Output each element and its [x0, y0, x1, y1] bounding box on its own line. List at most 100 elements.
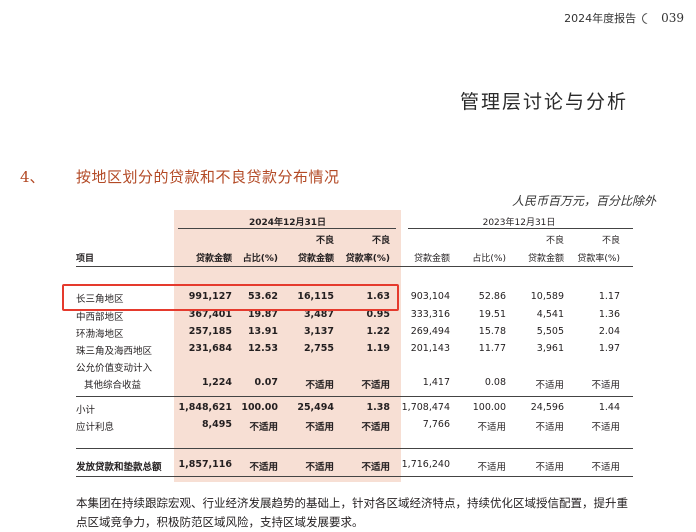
cell: 不适用	[305, 462, 334, 473]
cell: 5,505	[536, 326, 564, 337]
cell: 11.77	[478, 343, 506, 354]
cell: 1.36	[598, 309, 620, 320]
nplr-header-top-2024: 不良	[371, 236, 390, 246]
cell: 52.86	[478, 291, 506, 302]
cell: 231,684	[188, 343, 232, 354]
cell: 不适用	[305, 380, 334, 391]
row-label: 公允价值变动计入	[76, 363, 153, 374]
cell: 257,185	[188, 326, 232, 337]
unit-note: 人民币百万元，百分比除外	[511, 194, 656, 208]
report-label: 2024年度报告	[564, 12, 637, 25]
nplr-header-top-2023: 不良	[601, 236, 620, 246]
cell: 不适用	[361, 422, 390, 433]
table-row: 小计 1,848,621 100.00 25,494 1.38 1,708,47…	[0, 399, 696, 416]
row-label: 发放贷款和垫款总额	[76, 462, 162, 473]
cell: 19.51	[478, 309, 506, 320]
loans-header-2023: 贷款金额	[413, 254, 450, 264]
heading-number: 4、	[20, 168, 45, 186]
cell: 不适用	[591, 462, 620, 473]
cell: 1,224	[201, 377, 232, 388]
cell: 不适用	[361, 380, 390, 391]
cell: 1,716,240	[401, 459, 450, 470]
page-number: 039	[661, 11, 684, 25]
cell: 3,137	[303, 326, 334, 337]
cell: 333,316	[410, 309, 450, 320]
item-header: 项目	[76, 254, 95, 264]
pct-header-2023: 占比(%)	[472, 254, 506, 264]
cell: 1.22	[366, 326, 390, 337]
row-label: 中西部地区	[76, 312, 124, 323]
heading-text: 按地区划分的贷款和不良贷款分布情况	[76, 168, 340, 186]
cell: 10,589	[530, 291, 564, 302]
cell: 1.44	[598, 402, 620, 413]
cell: 不适用	[361, 462, 390, 473]
cell: 不适用	[305, 422, 334, 433]
table-row: 环渤海地区 257,185 13.91 3,137 1.22 269,494 1…	[0, 323, 696, 340]
table-row: 应计利息 8,495 不适用 不适用 不适用 7,766 不适用 不适用 不适用	[0, 416, 696, 433]
cell: 不适用	[249, 422, 278, 433]
cell: 1,848,621	[178, 402, 233, 413]
cell: 1,857,116	[178, 459, 233, 470]
cell: 不适用	[591, 422, 620, 433]
cell: 1.19	[366, 343, 390, 354]
cell: 不适用	[535, 380, 564, 391]
cell: 13.91	[247, 326, 278, 337]
cell: 15.78	[478, 326, 506, 337]
row-label: 珠三角及海西地区	[76, 346, 153, 357]
cell: 7,766	[422, 419, 450, 430]
year-2024-header: 2024年12月31日	[248, 218, 327, 228]
npl-header-top-2023: 不良	[545, 236, 564, 246]
cell: 12.53	[247, 343, 278, 354]
cell: 1.17	[598, 291, 620, 302]
loans-header-2024: 贷款金额	[195, 254, 232, 264]
rule-2023	[408, 228, 633, 229]
table-row: 发放贷款和垫款总额 1,857,116 不适用 不适用 不适用 1,716,24…	[0, 456, 696, 473]
cell: 不适用	[591, 380, 620, 391]
npl-header-top-2024: 不良	[315, 236, 334, 246]
row-label: 小计	[76, 405, 96, 416]
cell: 24,596	[530, 402, 564, 413]
cell: 1,708,474	[401, 402, 450, 413]
cell: 903,104	[410, 291, 450, 302]
cell: 4,541	[536, 309, 564, 320]
total-rule	[76, 448, 633, 449]
cell: 不适用	[477, 422, 506, 433]
row-label: 其他综合收益	[84, 380, 142, 391]
cell: 100.00	[241, 402, 278, 413]
table-row: 其他综合收益 1,224 0.07 不适用 不适用 1,417 0.08 不适用…	[0, 374, 696, 391]
header-rule	[76, 266, 633, 267]
cell: 不适用	[249, 462, 278, 473]
cell: 0.07	[254, 377, 278, 388]
cell: 8,495	[201, 419, 232, 430]
cell: 269,494	[410, 326, 450, 337]
nplr-header-2023: 贷款率(%)	[577, 254, 620, 264]
bottom-rule	[76, 476, 633, 477]
cell: 1,417	[422, 377, 450, 388]
cell: 0.08	[484, 377, 506, 388]
cell: 3,961	[536, 343, 564, 354]
page-header: 2024年度报告 039	[564, 10, 684, 26]
cell: 2,755	[303, 343, 334, 354]
cell: 2.04	[598, 326, 620, 337]
table-row: 珠三角及海西地区 231,684 12.53 2,755 1.19 201,14…	[0, 340, 696, 357]
subtotal-rule	[76, 396, 633, 397]
cell: 不适用	[477, 462, 506, 473]
rule-2024	[178, 228, 396, 229]
npl-header-2023: 贷款金额	[527, 254, 564, 264]
cell: 1.38	[366, 402, 390, 413]
moon-logo-icon	[642, 11, 657, 25]
section-title: 管理层讨论与分析	[459, 91, 628, 113]
body-paragraph: 本集团在持续跟踪宏观、行业经济发展趋势的基础上，针对各区域经济特点，持续优化区域…	[76, 496, 628, 529]
highlight-box	[62, 284, 399, 311]
year-2023-header: 2023年12月31日	[482, 218, 556, 228]
nplr-header-2024: 贷款率(%)	[345, 254, 390, 264]
cell: 25,494	[297, 402, 334, 413]
row-label: 应计利息	[76, 422, 115, 433]
cell: 不适用	[535, 422, 564, 433]
row-label: 环渤海地区	[76, 329, 124, 340]
pct-header-2024: 占比(%)	[242, 254, 278, 264]
cell: 201,143	[410, 343, 450, 354]
npl-header-2024: 贷款金额	[297, 254, 334, 264]
table-row: 公允价值变动计入	[0, 357, 696, 374]
cell: 100.00	[472, 402, 506, 413]
